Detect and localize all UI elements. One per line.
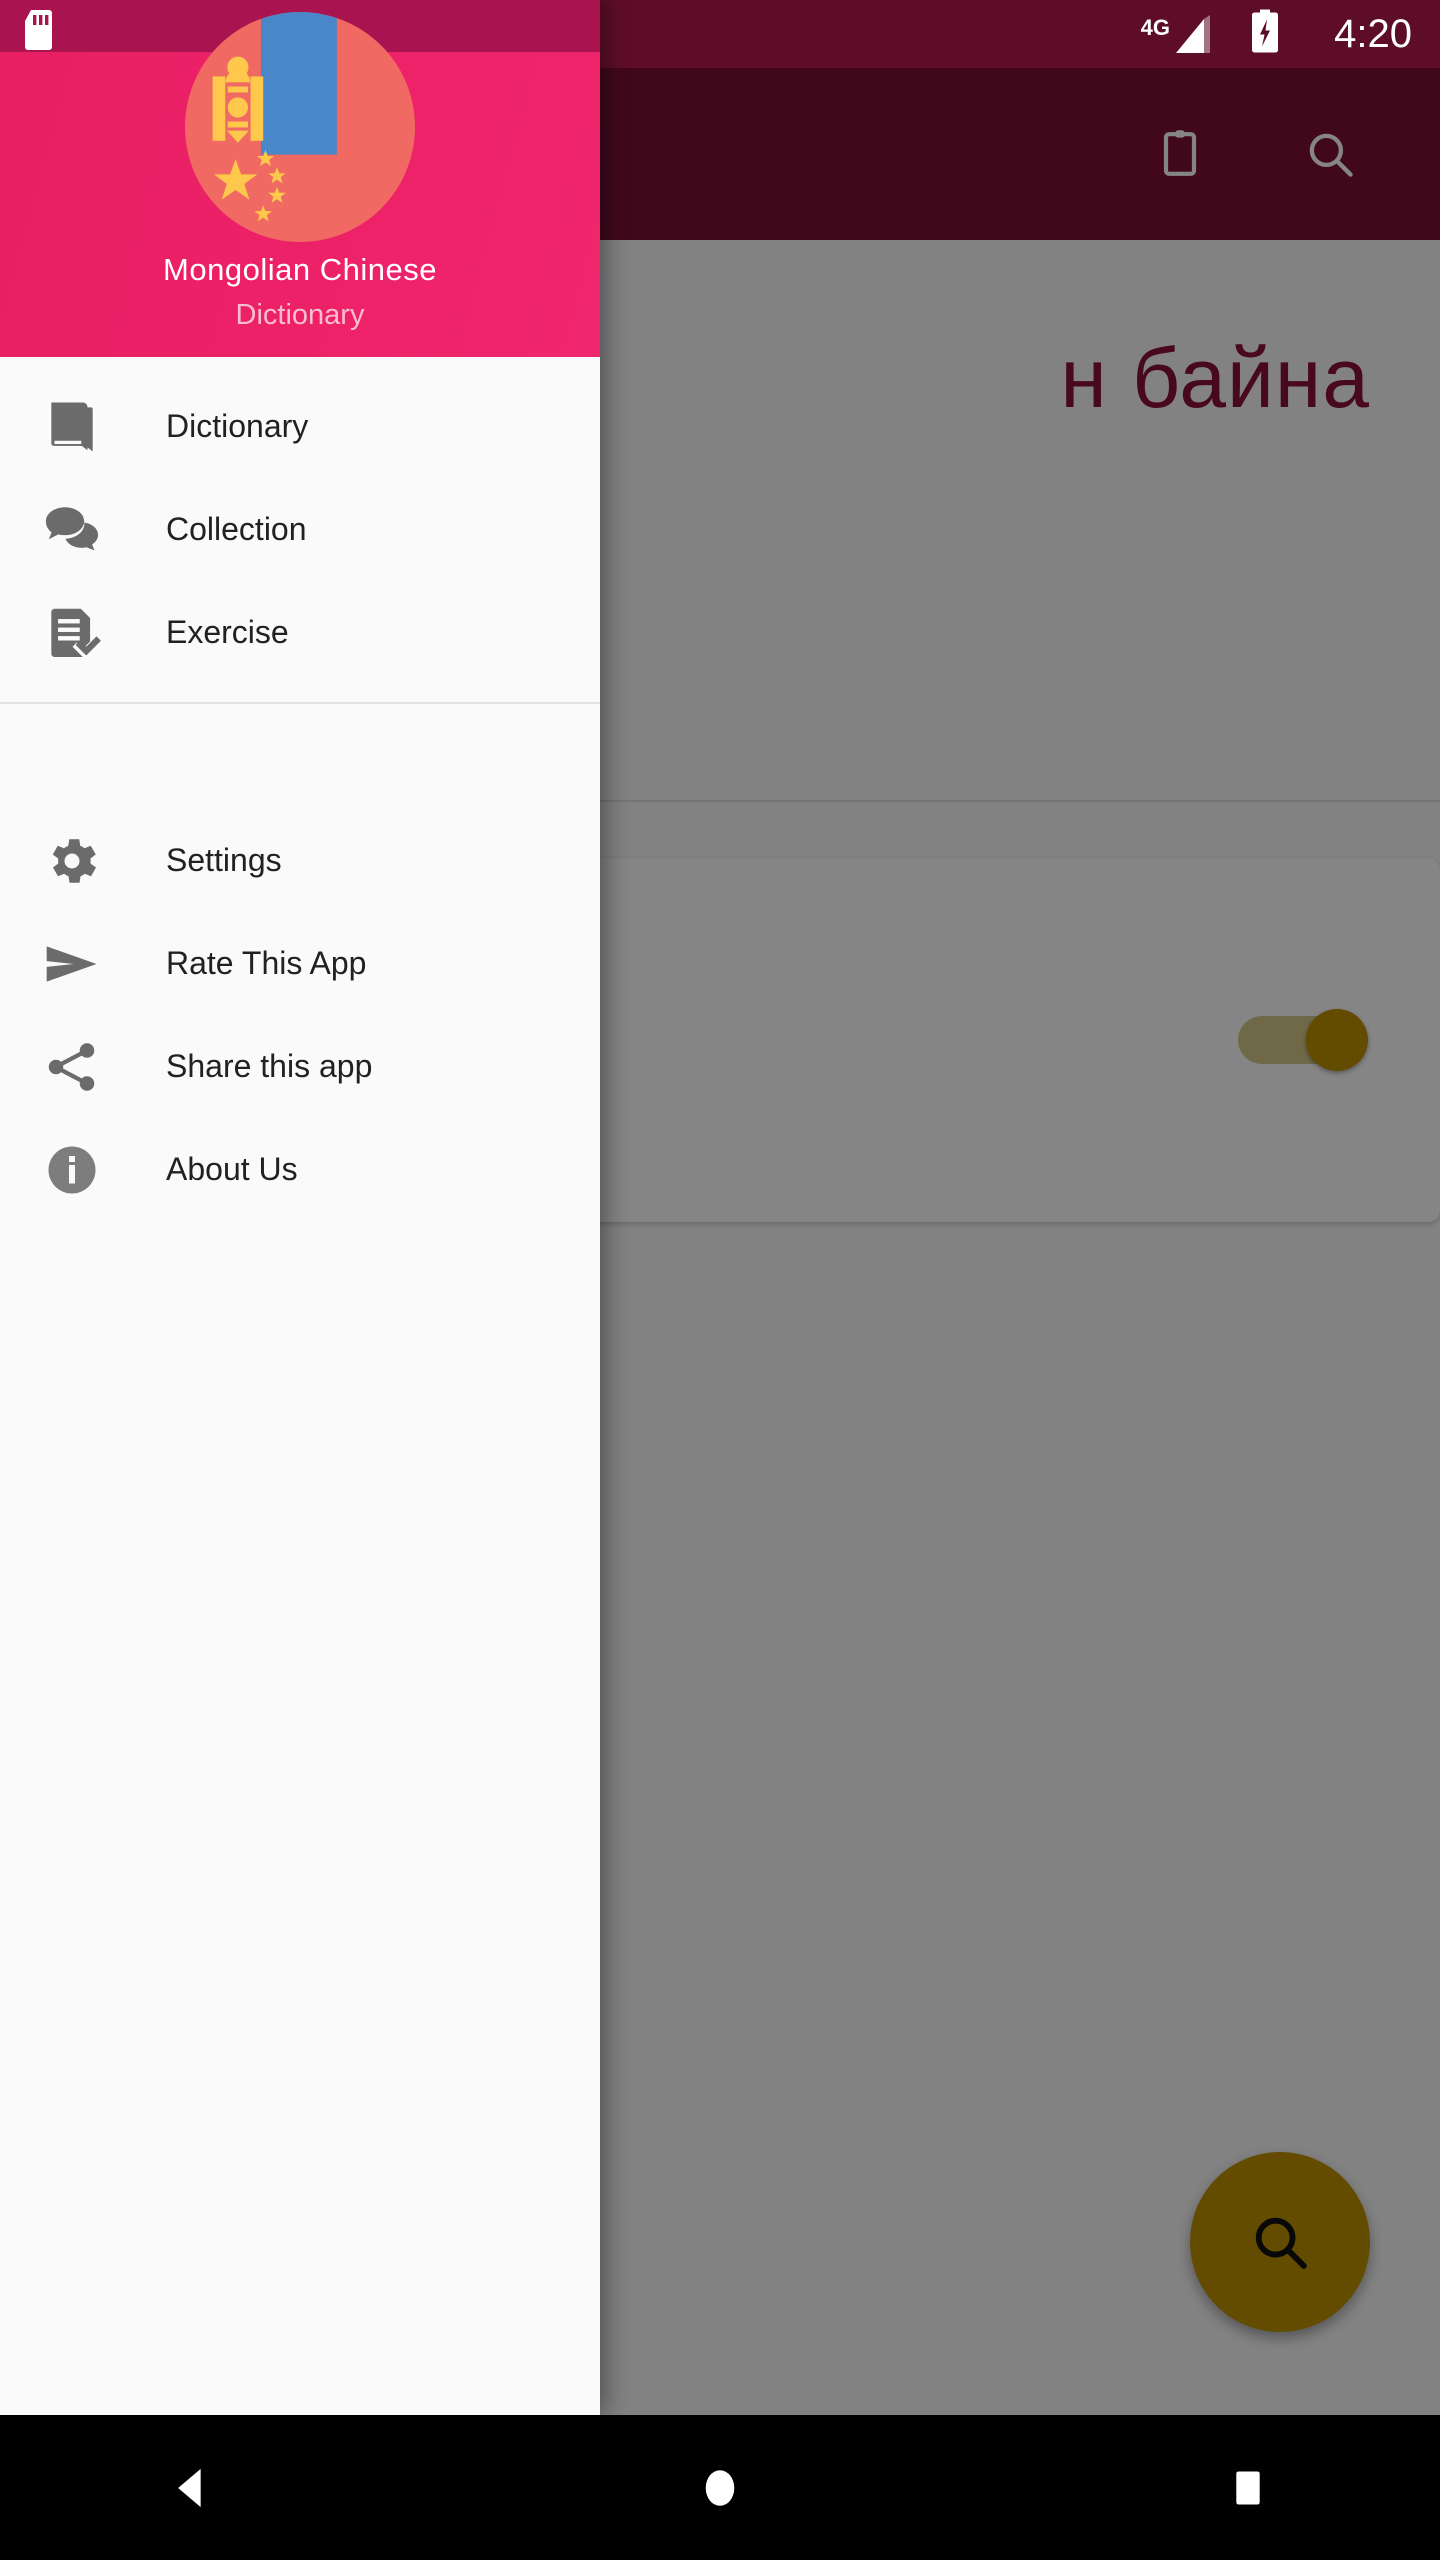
assignment-check-icon — [36, 602, 108, 664]
drawer-app-title: Mongolian Chinese — [163, 252, 437, 287]
gear-icon — [36, 831, 108, 891]
phone-screen: н байна 4G 4:20 Mongolian Chinese Dictio… — [0, 0, 1440, 2560]
sidebar-item-label: Settings — [166, 842, 282, 878]
sidebar-item-label: About Us — [166, 1151, 298, 1187]
sidebar-item-label: Rate This App — [166, 945, 367, 981]
network-type-label: 4G — [1140, 15, 1170, 40]
drawer-secondary-group: Settings Rate This App Share this app Ab… — [0, 704, 600, 1239]
recents-square-icon[interactable] — [1188, 2428, 1308, 2548]
share-icon — [36, 1037, 108, 1097]
drawer-primary-group: Dictionary Collection Exercise — [0, 357, 600, 702]
sidebar-item-label: Collection — [166, 511, 307, 547]
sidebar-item-label: Exercise — [166, 614, 289, 650]
sidebar-item-about-us[interactable]: About Us — [0, 1118, 600, 1221]
status-bar-clock: 4:20 — [1334, 12, 1412, 56]
sidebar-item-collection[interactable]: Collection — [0, 478, 600, 581]
drawer-app-subtitle: Dictionary — [235, 299, 365, 331]
sd-card-icon — [22, 10, 54, 55]
sidebar-item-rate-this-app[interactable]: Rate This App — [0, 912, 600, 1015]
sidebar-item-share-this-app[interactable]: Share this app — [0, 1015, 600, 1118]
chat-bubbles-icon — [36, 499, 108, 561]
battery-charging-icon — [1250, 9, 1280, 59]
sidebar-item-label: Dictionary — [166, 408, 309, 444]
drawer-menu: Dictionary Collection Exercise Settings … — [0, 357, 600, 1239]
sidebar-item-label: Share this app — [166, 1048, 373, 1084]
sidebar-item-settings[interactable]: Settings — [0, 809, 600, 912]
mongolian-chinese-flag-icon — [185, 12, 415, 242]
signal-bars-icon — [1176, 15, 1210, 53]
system-navigation-bar — [0, 2415, 1440, 2560]
drawer-header: Mongolian Chinese Dictionary — [0, 12, 600, 357]
navigation-drawer: Mongolian Chinese Dictionary Dictionary — [0, 0, 600, 2415]
status-bar: 4G 4:20 — [600, 0, 1440, 68]
sidebar-item-dictionary[interactable]: Dictionary — [0, 375, 600, 478]
back-triangle-icon[interactable] — [132, 2428, 252, 2548]
book-icon — [36, 396, 108, 458]
send-icon — [36, 933, 108, 995]
info-circle-icon — [36, 1140, 108, 1200]
sidebar-item-exercise[interactable]: Exercise — [0, 581, 600, 684]
home-circle-icon[interactable] — [660, 2428, 780, 2548]
